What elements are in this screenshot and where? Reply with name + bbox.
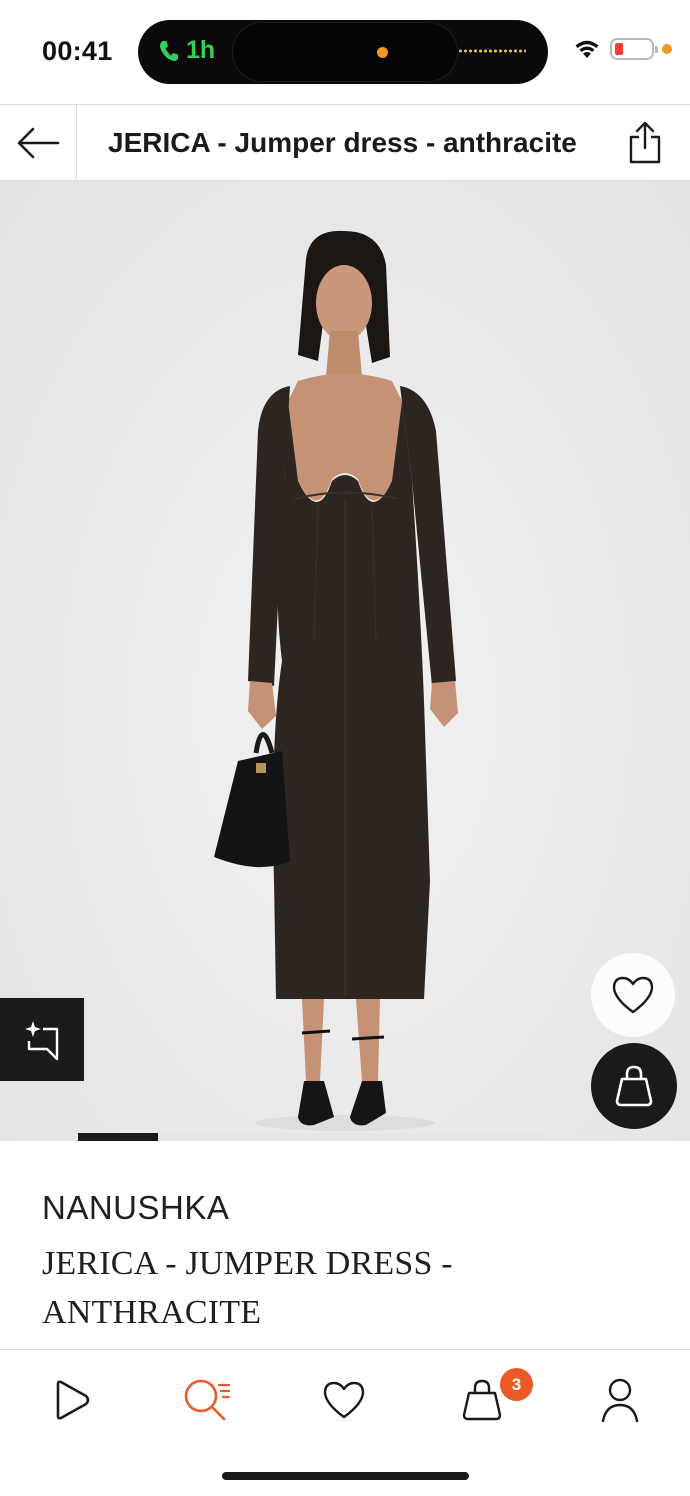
bag-icon	[615, 1065, 653, 1107]
share-icon	[629, 121, 661, 164]
bag-icon	[462, 1379, 502, 1421]
phone-icon	[160, 40, 178, 61]
bag-count-badge: 3	[500, 1368, 533, 1401]
app: 00:41 1h JERICA - Jumper dress - anthrac…	[0, 0, 690, 1496]
search-icon	[184, 1379, 231, 1421]
ai-compare-button[interactable]	[0, 998, 84, 1081]
user-icon	[601, 1378, 639, 1423]
carousel-position	[78, 1133, 159, 1141]
product-info: NANUSHKA JERICA - JUMPER DRESS - ANTHRAC…	[0, 1141, 690, 1349]
product-name: JERICA - JUMPER DRESS - ANTHRACITE	[42, 1245, 453, 1331]
tab-wishlist[interactable]	[314, 1370, 374, 1430]
carousel-indicator	[78, 1133, 550, 1141]
battery-icon	[610, 38, 658, 60]
product-gallery[interactable]	[0, 181, 690, 1141]
call-duration: 1h	[186, 36, 216, 64]
audio-wave	[458, 49, 526, 53]
share-button[interactable]	[622, 119, 668, 167]
tab-profile[interactable]	[590, 1370, 650, 1430]
tab-home[interactable]	[40, 1370, 100, 1430]
battery-level	[615, 43, 623, 55]
privacy-dot	[377, 47, 388, 58]
wifi-icon	[575, 40, 599, 58]
sparkle-compare-icon	[25, 1020, 59, 1060]
heart-icon	[612, 976, 654, 1014]
heart-icon	[323, 1381, 365, 1419]
status-bar: 00:41 1h	[0, 0, 690, 104]
page-title: JERICA - Jumper dress - anthracite	[108, 127, 577, 158]
header: JERICA - Jumper dress - anthracite	[0, 104, 690, 181]
wishlist-button[interactable]	[591, 953, 675, 1037]
home-indicator[interactable]	[222, 1472, 469, 1480]
island-camera	[232, 22, 458, 82]
play-logo-icon	[56, 1380, 90, 1420]
status-right	[572, 38, 672, 60]
product-image	[214, 230, 458, 1131]
brand-name[interactable]: NANUSHKA	[42, 1189, 229, 1227]
tab-search[interactable]	[176, 1370, 236, 1430]
status-time: 00:41	[42, 36, 113, 66]
call-indicator[interactable]: 1h	[158, 36, 215, 65]
add-to-bag-button[interactable]	[591, 1043, 677, 1129]
recording-dot	[662, 44, 672, 54]
back-button[interactable]	[0, 105, 77, 180]
back-arrow-icon	[17, 127, 60, 158]
